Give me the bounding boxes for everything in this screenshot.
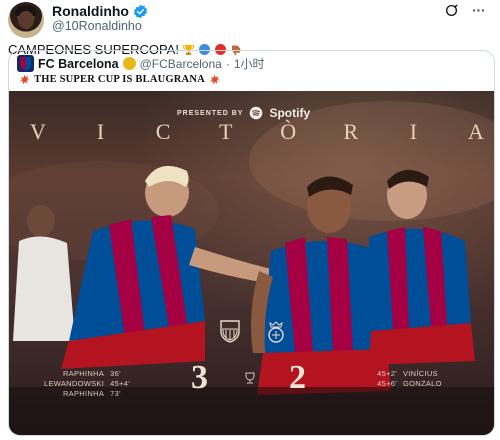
fc-barcelona-crest-icon (220, 320, 240, 343)
title-letter: I (96, 119, 105, 144)
presented-by-label: PRESENTED BY (177, 109, 244, 117)
scorer-name: GONZALO (403, 379, 442, 388)
tweet: Ronaldinho @10Ronaldinho CAMPEONES SUPER… (0, 0, 500, 440)
scorer-name: RAPHINHA (62, 389, 105, 398)
scorer-row: 45+6' GONZALO (371, 379, 442, 389)
title-letter: C (155, 119, 171, 144)
scorer-minute: 45+2' (377, 369, 397, 378)
verified-badge-icon (133, 4, 148, 18)
tweet-actions-top (444, 3, 486, 18)
title-letter: R (343, 119, 359, 144)
scorer-minute: 36' (110, 369, 121, 378)
quoted-tweet[interactable]: FC Barcelona @FCBarcelona · 1小时 THE SUPE… (8, 50, 495, 436)
scorer-row: RAPHINHA 73' (44, 389, 132, 399)
home-scorers: RAPHINHA 36' LEWANDOWSKI 45+4' RAPHINHA … (44, 369, 132, 399)
away-scorers: 45+2' VINÍCIUS 45+6' GONZALO (371, 369, 442, 389)
scorer-minute: 45+4' (110, 379, 130, 388)
title-letter: I (409, 119, 418, 144)
real-madrid-crest-icon (268, 321, 284, 343)
quoted-author-handle[interactable]: @FCBarcelona (140, 57, 222, 71)
more-options-icon[interactable] (471, 3, 486, 18)
author-name[interactable]: Ronaldinho (52, 3, 129, 19)
supercopa-logo-icon (245, 372, 255, 384)
home-score: 3 (191, 359, 208, 396)
title-letter: A (467, 119, 484, 144)
scorer-name: RAPHINHA (62, 369, 105, 378)
author-avatar[interactable] (8, 2, 44, 38)
sponsor-banner: PRESENTED BY Spotify (177, 106, 310, 120)
scorer-minute: 73' (110, 389, 121, 398)
victoria-title: V I C T Ò R I A (27, 119, 487, 145)
title-letter: Ò (280, 119, 297, 144)
collision-emoji-icon (20, 74, 30, 85)
quoted-author-name[interactable]: FC Barcelona (38, 57, 119, 71)
match-result-image[interactable]: PRESENTED BY Spotify V I C T Ò R I A RAP… (9, 91, 494, 435)
scorer-name: VINÍCIUS (403, 369, 438, 378)
sponsor-name: Spotify (269, 106, 311, 120)
title-letter: V (30, 119, 46, 144)
title-letter: T (218, 119, 233, 144)
quoted-headline-text: THE SUPER CUP IS BLAUGRANA (34, 74, 205, 85)
scorer-name: LEWANDOWSKI (44, 379, 105, 388)
author-name-row[interactable]: Ronaldinho (52, 3, 148, 19)
author-handle[interactable]: @10Ronaldinho (52, 19, 142, 33)
collision-emoji-icon (210, 74, 220, 85)
fc-barcelona-avatar[interactable] (17, 55, 34, 72)
scorer-minute: 45+6' (377, 379, 397, 388)
quoted-headline: THE SUPER CUP IS BLAUGRANA (19, 74, 220, 85)
scorer-row: RAPHINHA 36' (44, 369, 132, 379)
scorer-row: LEWANDOWSKI 45+4' (44, 379, 132, 389)
quoted-timestamp[interactable]: 1小时 (234, 55, 265, 72)
spotify-logo-icon (250, 106, 263, 120)
verified-org-badge-icon (122, 57, 136, 70)
quoted-tweet-header: FC Barcelona @FCBarcelona · 1小时 (17, 55, 265, 72)
dot-separator: · (225, 56, 230, 71)
grok-icon[interactable] (444, 3, 459, 18)
away-score: 2 (289, 359, 306, 396)
scorer-row: 45+2' VINÍCIUS (371, 369, 442, 379)
